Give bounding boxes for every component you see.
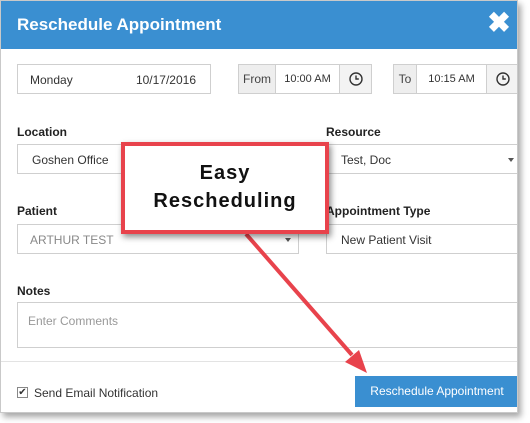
patient-label: Patient bbox=[17, 204, 58, 218]
footer-divider bbox=[1, 361, 517, 362]
callout-line1: Easy bbox=[199, 162, 251, 184]
resource-label: Resource bbox=[326, 125, 381, 139]
callout-box: Easy Rescheduling bbox=[121, 142, 329, 234]
reschedule-appointment-button[interactable]: Reschedule Appointment bbox=[355, 376, 517, 407]
email-notification-label: Send Email Notification bbox=[34, 386, 159, 400]
notes-textarea[interactable]: Enter Comments bbox=[17, 302, 517, 348]
appointment-type-label: Appointment Type bbox=[326, 204, 431, 218]
clock-icon bbox=[348, 72, 363, 86]
callout-line2: Rescheduling bbox=[153, 190, 297, 212]
notes-label: Notes bbox=[17, 284, 51, 298]
appointment-type-select[interactable]: New Patient Visit bbox=[326, 224, 517, 254]
patient-value: ARTHUR TEST bbox=[30, 233, 114, 247]
to-clock-button[interactable] bbox=[487, 64, 517, 94]
to-time-input[interactable]: 10:15 AM bbox=[417, 64, 487, 94]
dialog-title: Reschedule Appointment bbox=[17, 15, 222, 34]
location-label: Location bbox=[17, 125, 67, 139]
appointment-type-value: New Patient Visit bbox=[341, 233, 432, 247]
from-clock-button[interactable] bbox=[340, 64, 372, 94]
from-label: From bbox=[238, 64, 276, 94]
location-value: Goshen Office bbox=[32, 153, 109, 167]
chevron-down-icon bbox=[285, 238, 291, 242]
resource-value: Test, Doc bbox=[341, 153, 392, 167]
dialog-titlebar: Reschedule Appointment ✖ bbox=[1, 1, 517, 49]
resource-select[interactable]: Test, Doc bbox=[326, 144, 517, 174]
clock-icon bbox=[495, 72, 510, 86]
date-day: Monday bbox=[30, 73, 73, 87]
email-notification-checkbox[interactable]: ✔ bbox=[17, 387, 28, 398]
chevron-down-icon bbox=[508, 158, 514, 162]
date-input[interactable]: Monday 10/17/2016 bbox=[17, 64, 211, 94]
close-icon[interactable]: ✖ bbox=[487, 9, 511, 37]
date-value: 10/17/2016 bbox=[135, 73, 196, 87]
notes-placeholder: Enter Comments bbox=[28, 314, 119, 328]
from-time-input[interactable]: 10:00 AM bbox=[276, 64, 340, 94]
to-label: To bbox=[393, 64, 417, 94]
